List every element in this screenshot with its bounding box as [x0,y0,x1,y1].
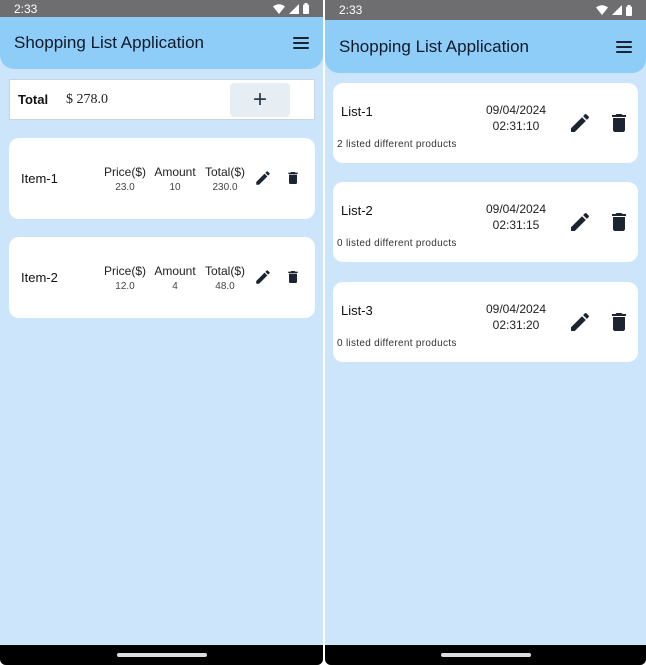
amount-label: Amount [154,264,196,278]
amount-value: 10 [169,182,181,193]
app-title: Shopping List Application [339,36,529,56]
price-value: 12.0 [115,281,135,292]
status-bar: 2:33 [0,0,323,17]
total-column: Total($) 48.0 [197,264,253,292]
status-time: 2:33 [339,3,363,17]
amount-label: Amount [154,165,196,179]
status-icons [273,3,309,14]
item-total-value: 48.0 [215,281,235,292]
trash-icon[interactable] [607,110,631,136]
plus-icon: + [252,86,267,113]
price-column: Price($) 12.0 [97,264,153,292]
item-list-screen: 2:33 Shopping List Application Total $ 2… [0,0,323,665]
list-date: 09/04/2024 [485,103,547,117]
status-icons [596,4,632,16]
total-bar: Total $ 278.0 + [9,79,315,120]
status-time: 2:33 [14,1,38,16]
home-indicator[interactable] [116,653,207,657]
amount-column: Amount 4 [147,264,203,292]
signal-icon [289,3,299,14]
list-product-count: 0 listed different products [337,238,457,249]
navigation-bar [0,645,323,665]
app-bar: Shopping List Application [0,17,323,69]
item-total-label: Total($) [204,264,245,278]
item-card[interactable]: Item-1 Price($) 23.0 Amount 10 Total($) … [9,138,315,219]
list-timestamp: 09/04/2024 02:31:15 [476,201,556,233]
list-timestamp: 09/04/2024 02:31:20 [476,301,556,333]
navigation-bar [325,645,646,665]
pencil-icon[interactable] [254,169,272,187]
trash-icon[interactable] [285,268,301,286]
app-title: Shopping List Application [14,33,204,52]
price-value: 23.0 [115,182,135,193]
price-label: Price($) [103,165,146,179]
home-indicator[interactable] [440,653,531,657]
list-product-count: 2 listed different products [337,139,457,150]
battery-icon [303,3,309,14]
price-label: Price($) [103,264,146,278]
list-product-count: 0 listed different products [337,338,457,349]
total-value: $ 278.0 [66,91,108,107]
trash-icon[interactable] [285,169,301,187]
trash-icon[interactable] [607,209,631,235]
pencil-icon[interactable] [254,268,272,286]
price-column: Price($) 23.0 [97,165,153,193]
status-bar: 2:33 [325,0,646,20]
add-item-button[interactable]: + [230,83,290,117]
list-name: List-2 [341,203,373,218]
list-card[interactable]: List-2 09/04/2024 02:31:15 0 listed diff… [333,182,638,262]
pencil-icon[interactable] [568,111,592,135]
wifi-icon [273,3,285,14]
menu-icon[interactable] [293,37,309,49]
app-bar: Shopping List Application [325,20,646,73]
list-timestamp: 09/04/2024 02:31:10 [476,102,556,134]
total-column: Total($) 230.0 [197,165,253,193]
list-name: List-1 [341,104,373,119]
item-name: Item-1 [21,171,58,186]
list-time: 02:31:20 [492,318,540,332]
shopping-lists-screen: 2:33 Shopping List Application List-1 09… [325,0,646,665]
trash-icon[interactable] [607,309,631,335]
signal-icon [612,5,622,15]
menu-icon[interactable] [616,40,632,53]
item-total-label: Total($) [204,165,245,179]
list-card[interactable]: List-1 09/04/2024 02:31:10 2 listed diff… [333,83,638,163]
list-time: 02:31:15 [492,218,540,232]
battery-icon [626,4,632,16]
total-label: Total [18,92,49,107]
amount-column: Amount 10 [147,165,203,193]
list-date: 09/04/2024 [485,302,547,316]
item-name: Item-2 [21,270,58,285]
list-card[interactable]: List-3 09/04/2024 02:31:20 0 listed diff… [333,282,638,362]
list-name: List-3 [341,303,373,318]
list-date: 09/04/2024 [485,202,547,216]
list-time: 02:31:10 [492,119,540,133]
item-card[interactable]: Item-2 Price($) 12.0 Amount 4 Total($) 4… [9,237,315,318]
item-total-value: 230.0 [212,182,238,193]
wifi-icon [596,5,608,15]
pencil-icon[interactable] [568,310,592,334]
amount-value: 4 [172,281,178,292]
pencil-icon[interactable] [568,210,592,234]
